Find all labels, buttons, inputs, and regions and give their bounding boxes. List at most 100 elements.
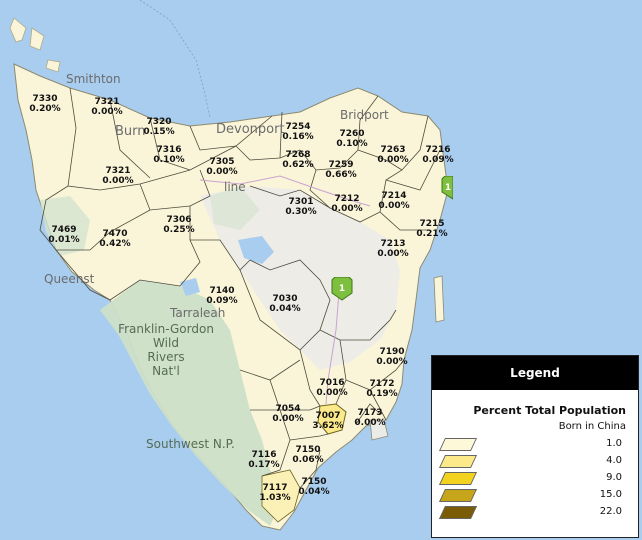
region-percent: 0.09% — [422, 155, 454, 165]
legend-value: 22.0 — [599, 506, 622, 517]
region-percent: 0.09% — [206, 296, 238, 306]
region-percent: 0.04% — [269, 304, 301, 314]
region-label[interactable]: 7030 0.04% — [269, 294, 300, 314]
region-label[interactable]: 7321 0.00% — [91, 97, 122, 117]
region-percent: 0.00% — [376, 357, 408, 367]
region-label[interactable]: 7216 0.09% — [422, 145, 453, 165]
park-label-southwest: Southwest N.P. — [146, 437, 235, 451]
region-code: 7173 — [357, 408, 383, 418]
region-label[interactable]: 7214 0.00% — [378, 191, 409, 211]
region-label[interactable]: 7260 0.10% — [336, 129, 367, 149]
region-code: 7030 — [272, 294, 298, 304]
region-code: 7216 — [425, 145, 451, 155]
legend-item: 9.0 — [432, 470, 638, 487]
region-label[interactable]: 7320 0.15% — [143, 117, 174, 137]
region-label[interactable]: 7301 0.30% — [285, 197, 316, 217]
region-label[interactable]: 7316 0.10% — [153, 145, 184, 165]
region-percent: 0.00% — [102, 176, 134, 186]
region-code: 7054 — [275, 404, 301, 414]
region-label[interactable]: 7469 0.01% — [48, 225, 79, 245]
legend-value: 4.0 — [606, 455, 622, 466]
region-code: 7305 — [209, 157, 235, 167]
region-label[interactable]: 7213 0.00% — [377, 239, 408, 259]
region-label[interactable]: 7190 0.00% — [376, 347, 407, 367]
park-label-franklin-gordon: Franklin-Gordon Wild Rivers Nat'l — [116, 322, 216, 378]
highway-shield-icon: 1 — [441, 176, 453, 200]
region-label[interactable]: 7268 0.62% — [282, 150, 313, 170]
region-percent: 0.16% — [282, 132, 314, 142]
region-percent: 0.62% — [282, 160, 314, 170]
place-label-queenstown: Queenst — [44, 272, 95, 286]
region-code: 7150 — [301, 477, 327, 487]
region-label[interactable]: 7305 0.00% — [206, 157, 237, 177]
region-label[interactable]: 7016 0.00% — [316, 378, 347, 398]
region-label[interactable]: 7321 0.00% — [102, 166, 133, 186]
region-code: 7172 — [369, 379, 395, 389]
region-label[interactable]: 7172 0.19% — [366, 379, 397, 399]
legend-item: 4.0 — [432, 453, 638, 470]
region-code: 7330 — [32, 94, 58, 104]
region-label[interactable]: 7117 1.03% — [259, 483, 290, 503]
legend-subtitle: Born in China — [558, 421, 626, 432]
region-code: 7321 — [105, 166, 131, 176]
region-code: 7316 — [156, 145, 182, 155]
region-percent: 3.62% — [312, 421, 344, 431]
region-code: 7469 — [51, 225, 77, 235]
region-percent: 0.42% — [99, 239, 131, 249]
legend-panel: Legend Percent Total Population Born in … — [431, 355, 639, 538]
region-percent: 0.00% — [272, 414, 304, 424]
region-label[interactable]: 7150 0.04% — [298, 477, 329, 497]
region-code: 7190 — [379, 347, 405, 357]
region-percent: 0.06% — [292, 455, 324, 465]
ocean-island — [433, 275, 445, 323]
region-percent: 0.20% — [29, 104, 61, 114]
region-label[interactable]: 7263 0.00% — [377, 145, 408, 165]
region-percent: 0.10% — [153, 155, 185, 165]
region-label[interactable]: 7116 0.17% — [248, 450, 279, 470]
region-label[interactable]: 7140 0.09% — [206, 286, 237, 306]
region-label[interactable]: 7470 0.42% — [99, 229, 130, 249]
region-percent: 0.15% — [143, 127, 175, 137]
park-label-line: Nat'l — [152, 364, 180, 378]
region-label[interactable]: 7330 0.20% — [29, 94, 60, 114]
legend-value: 9.0 — [606, 472, 622, 483]
place-label-bridport: Bridport — [340, 108, 389, 122]
region-code: 7259 — [328, 160, 354, 170]
place-label-devonport: Devonport — [216, 122, 285, 137]
legend-item: 22.0 — [432, 504, 638, 521]
highway-shield-number: 1 — [445, 183, 451, 193]
region-percent: 0.21% — [416, 229, 448, 239]
region-label[interactable]: 7054 0.00% — [272, 404, 303, 424]
region-code: 7150 — [295, 445, 321, 455]
region-code: 7117 — [262, 483, 288, 493]
legend-swatch — [438, 455, 478, 468]
region-code: 7007 — [315, 411, 341, 421]
region-code: 7215 — [419, 219, 445, 229]
region-percent: 0.17% — [248, 460, 280, 470]
region-code: 7212 — [334, 194, 360, 204]
legend-item: 15.0 — [432, 487, 638, 504]
region-code: 7260 — [339, 129, 365, 139]
region-label[interactable]: 7212 0.00% — [331, 194, 362, 214]
region-label[interactable]: 7007 3.62% — [312, 411, 343, 431]
region-code: 7140 — [209, 286, 235, 296]
region-code: 7116 — [251, 450, 277, 460]
region-code: 7263 — [380, 145, 406, 155]
region-code: 7320 — [146, 117, 172, 127]
region-label[interactable]: 7254 0.16% — [282, 122, 313, 142]
region-percent: 0.00% — [354, 418, 386, 428]
region-percent: 0.01% — [48, 235, 80, 245]
highway-shield-icon: 1 — [331, 277, 353, 301]
region-percent: 0.30% — [285, 207, 317, 217]
region-percent: 1.03% — [259, 493, 291, 503]
region-percent: 0.04% — [298, 487, 330, 497]
maritime-boundary — [139, 0, 211, 119]
region-label[interactable]: 7306 0.25% — [163, 215, 194, 235]
region-label[interactable]: 7173 0.00% — [354, 408, 385, 428]
region-code: 7470 — [102, 229, 128, 239]
region-label[interactable]: 7259 0.66% — [325, 160, 356, 180]
region-label[interactable]: 7215 0.21% — [416, 219, 447, 239]
region-percent: 0.00% — [377, 249, 409, 259]
legend-swatch — [438, 472, 478, 485]
region-label[interactable]: 7150 0.06% — [292, 445, 323, 465]
